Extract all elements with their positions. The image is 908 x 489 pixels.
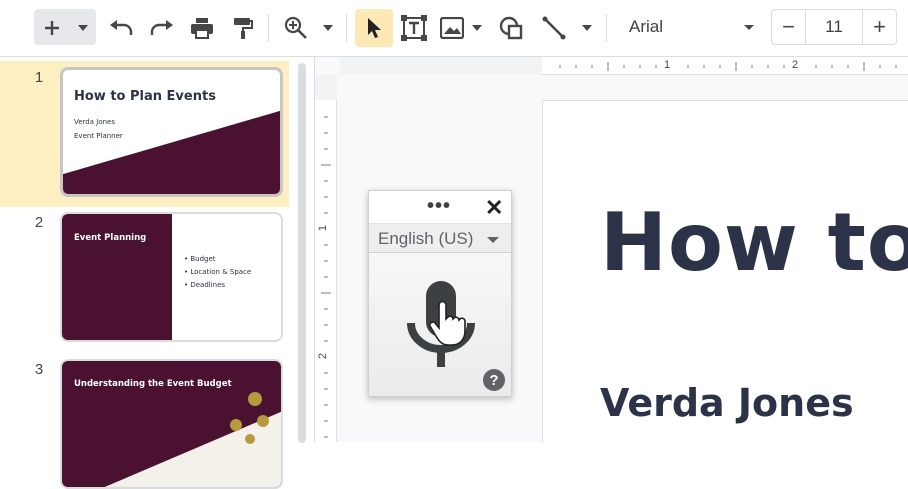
line-dropdown[interactable] xyxy=(578,14,596,42)
decrease-font-size-button[interactable]: − xyxy=(772,10,806,44)
toolbar-separator xyxy=(346,14,347,42)
slide-title-text[interactable]: How to xyxy=(600,196,908,289)
undo-icon xyxy=(110,20,133,35)
text-box-icon xyxy=(401,15,427,41)
ruler-label: 1 xyxy=(664,59,671,71)
slide-1-line: Event Planner xyxy=(74,132,123,140)
select-tool-button[interactable] xyxy=(358,12,390,44)
print-button[interactable] xyxy=(186,12,218,44)
line-icon xyxy=(542,16,566,40)
slide-filmstrip: 1 How to Plan Events Verda Jones Event P… xyxy=(0,57,314,489)
paint-format-icon xyxy=(234,18,253,39)
font-family-dropdown[interactable] xyxy=(744,25,754,30)
zoom-dropdown[interactable] xyxy=(318,14,338,42)
vertical-ruler-ticks xyxy=(321,116,331,438)
font-size-input[interactable]: 11 xyxy=(806,10,862,44)
print-icon xyxy=(191,18,213,39)
chevron-down-icon xyxy=(582,25,592,31)
text-box-button[interactable] xyxy=(397,12,431,44)
drag-handle-icon[interactable]: ••• xyxy=(427,195,451,218)
insert-image-dropdown[interactable] xyxy=(469,14,485,42)
paint-format-button[interactable] xyxy=(227,12,259,44)
close-button[interactable]: ✕ xyxy=(485,195,503,221)
redo-icon xyxy=(150,20,173,35)
undo-button[interactable] xyxy=(105,12,137,44)
toolbar-separator xyxy=(606,14,607,42)
bullet-text: Budget xyxy=(190,255,216,263)
slide-number: 1 xyxy=(34,69,44,86)
shape-icon xyxy=(499,16,523,40)
slide-3-title: Understanding the Event Budget xyxy=(74,379,232,389)
voice-typing-header[interactable]: ••• ✕ xyxy=(369,191,511,223)
toolbar: Arial − 11 + xyxy=(0,0,908,56)
plus-icon xyxy=(45,21,59,35)
slide-1-line: Verda Jones xyxy=(74,118,116,126)
slide-2-bullet: • Budget xyxy=(184,255,216,263)
language-select[interactable]: English (US) xyxy=(369,223,511,253)
slide-1-title: How to Plan Events xyxy=(74,89,216,104)
slide-thumbnail-2[interactable]: Event Planning • Budget • Location & Spa… xyxy=(60,212,283,342)
language-label: English (US) xyxy=(378,229,474,248)
microphone-button[interactable]: ? xyxy=(369,253,511,396)
slide-2-bullet: • Location & Space xyxy=(184,268,252,276)
line-button[interactable] xyxy=(538,12,570,44)
font-family-select[interactable]: Arial xyxy=(629,17,663,37)
slide-number: 3 xyxy=(34,361,44,378)
ruler-label: 1 xyxy=(317,224,330,232)
ruler-label: 2 xyxy=(792,59,799,71)
redo-button[interactable] xyxy=(146,12,178,44)
chevron-down-icon xyxy=(487,237,499,243)
chevron-down-icon xyxy=(472,25,482,31)
bullet-text: Location & Space xyxy=(190,268,252,276)
zoom-button[interactable] xyxy=(279,12,313,44)
slide-2-title: Event Planning xyxy=(74,233,147,243)
slide-author-text[interactable]: Verda Jones xyxy=(600,381,854,425)
slide-thumbnail-3[interactable]: Understanding the Event Budget xyxy=(60,359,283,489)
ruler-label: 2 xyxy=(317,352,330,360)
help-button[interactable]: ? xyxy=(483,369,505,391)
slide-number: 2 xyxy=(34,214,44,231)
new-slide-layout-dropdown[interactable] xyxy=(72,14,94,42)
slide-thumbnail-1[interactable]: How to Plan Events Verda Jones Event Pla… xyxy=(60,67,283,197)
chevron-down-icon xyxy=(323,25,333,31)
zoom-icon xyxy=(284,16,307,39)
select-cursor-icon xyxy=(368,18,381,38)
voice-typing-panel: ••• ✕ English (US) ? xyxy=(368,190,512,397)
image-icon xyxy=(440,17,464,39)
new-slide-button[interactable] xyxy=(38,14,66,42)
bullet-text: Deadlines xyxy=(190,281,226,289)
shape-button[interactable] xyxy=(495,12,527,44)
slide-2-bullet: • Deadlines xyxy=(184,281,226,289)
horizontal-ruler-ticks xyxy=(559,62,897,71)
filmstrip-scrollbar[interactable] xyxy=(298,63,306,443)
insert-image-button[interactable] xyxy=(437,12,467,44)
increase-font-size-button[interactable]: + xyxy=(862,10,896,44)
toolbar-separator xyxy=(268,14,269,42)
chevron-down-icon xyxy=(78,25,88,31)
